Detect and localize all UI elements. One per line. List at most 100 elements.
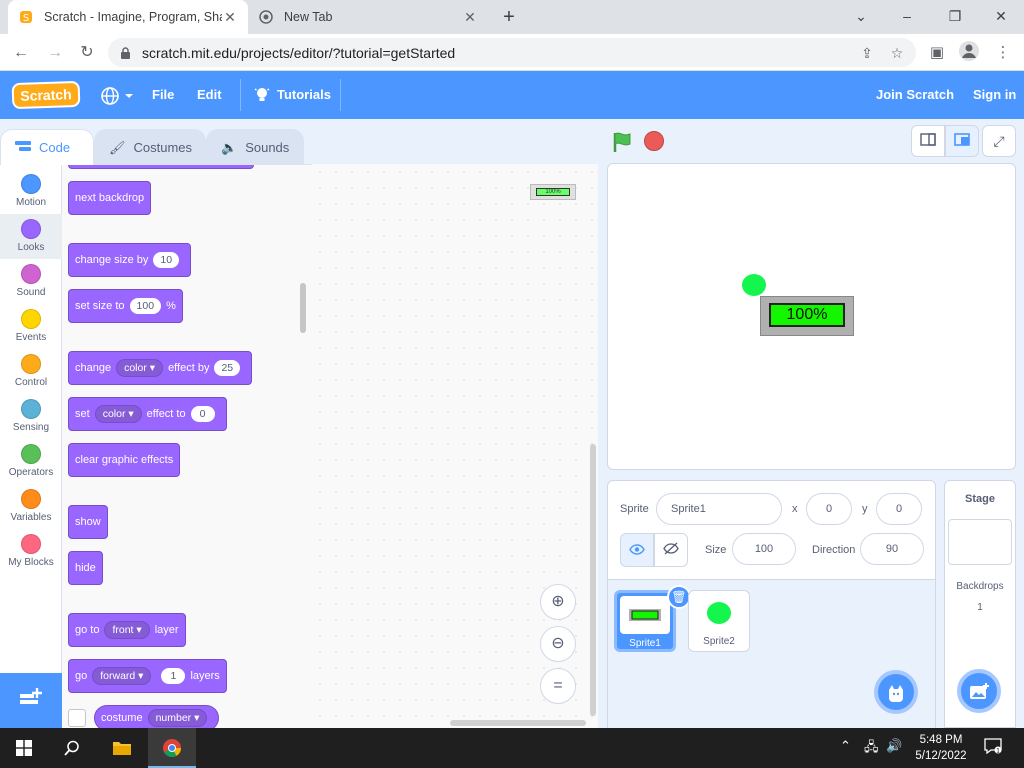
effect-change-input[interactable]: 25 (214, 360, 241, 376)
category-my-blocks[interactable]: My Blocks (0, 529, 62, 574)
join-scratch-link[interactable]: Join Scratch (876, 71, 954, 119)
language-globe-icon[interactable] (100, 71, 134, 119)
reload-icon[interactable]: ↻ (74, 40, 100, 66)
sprite-thumb-sprite2[interactable]: Sprite2 (688, 590, 750, 652)
layer-dropdown[interactable]: front (104, 621, 150, 639)
choose-backdrop-icon[interactable] (957, 669, 1001, 713)
block-next-backdrop[interactable]: next backdrop (68, 181, 152, 215)
block-go-to-layer[interactable]: go to front layer (68, 613, 186, 647)
close-window-icon[interactable]: ✕ (978, 0, 1024, 34)
more-menu-icon[interactable]: ⋮ (990, 40, 1016, 66)
sprite2-green-dot[interactable] (742, 274, 766, 296)
block-partial[interactable] (68, 165, 254, 169)
stage-selector-panel[interactable]: Stage Backdrops 1 (944, 480, 1016, 728)
tab-costumes[interactable]: 🖌 Costumes (94, 129, 206, 165)
block-hide[interactable]: hide (68, 551, 103, 585)
minimize-icon[interactable]: – (884, 0, 930, 34)
block-text: change (75, 362, 112, 374)
close-tab-icon[interactable]: ✕ (462, 9, 478, 26)
block-set-size[interactable]: set size to 100 % (68, 289, 183, 323)
add-extension-icon[interactable] (0, 673, 62, 729)
block-costume-reporter[interactable]: costume number (94, 705, 220, 729)
file-explorer-icon[interactable] (98, 728, 146, 768)
chevron-down-icon[interactable]: ⌄ (838, 0, 884, 34)
search-icon[interactable] (48, 728, 96, 768)
small-stage-icon[interactable] (911, 125, 945, 157)
scratch-logo[interactable]: Scratch (11, 80, 81, 110)
category-control[interactable]: Control (0, 349, 62, 394)
category-variables[interactable]: Variables (0, 484, 62, 529)
tab-code[interactable]: Code (0, 129, 94, 165)
effect-dropdown[interactable]: color (116, 359, 164, 377)
restore-icon[interactable]: ❐ (932, 0, 978, 34)
category-label: My Blocks (8, 557, 54, 568)
new-tab-button[interactable]: + (498, 6, 520, 28)
effect-dropdown[interactable]: color (94, 405, 142, 423)
sprite-thumb-sprite1[interactable]: Sprite1 🗑 (614, 585, 691, 652)
zoom-reset-icon[interactable]: = (540, 668, 576, 704)
block-go-layers[interactable]: go forward 1 layers (68, 659, 227, 693)
category-sound[interactable]: Sound (0, 259, 62, 304)
close-tab-icon[interactable]: ✕ (222, 9, 238, 26)
show-sprite-eye-icon[interactable] (620, 533, 654, 567)
y-input[interactable]: 0 (876, 493, 922, 525)
large-stage-icon[interactable] (945, 125, 979, 157)
sprite-name-input[interactable]: Sprite1 (656, 493, 782, 525)
block-change-size[interactable]: change size by 10 (68, 243, 192, 277)
green-flag-icon[interactable] (612, 131, 634, 153)
direction-dropdown[interactable]: forward (92, 667, 152, 685)
layers-input[interactable]: 1 (161, 668, 186, 684)
network-icon[interactable]: 🖧 (864, 738, 879, 760)
hide-sprite-eye-icon[interactable] (654, 533, 688, 567)
address-bar[interactable]: scratch.mit.edu/projects/editor/?tutoria… (108, 38, 916, 67)
x-input[interactable]: 0 (806, 493, 852, 525)
category-looks[interactable]: Looks (0, 214, 62, 259)
category-operators[interactable]: Operators (0, 439, 62, 484)
sprite1-progress-monitor[interactable]: 100% (760, 296, 854, 336)
category-sensing[interactable]: Sensing (0, 394, 62, 439)
block-show[interactable]: show (68, 505, 108, 539)
tutorials-menu[interactable]: Tutorials (254, 71, 331, 119)
category-motion[interactable]: Motion (0, 169, 62, 214)
side-panel-icon[interactable]: ▣ (924, 40, 950, 66)
effect-set-input[interactable]: 0 (190, 406, 215, 422)
size-set-input[interactable]: 100 (129, 298, 162, 314)
profile-avatar-icon[interactable] (956, 40, 982, 66)
costume-dropdown[interactable]: number (147, 709, 208, 727)
fullscreen-icon[interactable]: ⤢ (982, 125, 1016, 157)
chrome-taskbar-icon[interactable] (148, 728, 196, 768)
file-menu[interactable]: File (152, 71, 174, 119)
block-set-effect[interactable]: set color effect to 0 (68, 397, 227, 431)
browser-tab-scratch[interactable]: S Scratch - Imagine, Program, Shar ✕ (8, 0, 248, 34)
volume-icon[interactable]: 🔊 (886, 738, 902, 754)
sign-in-link[interactable]: Sign in (973, 71, 1016, 119)
size-input[interactable]: 100 (732, 533, 796, 565)
share-icon[interactable]: ⇪ (856, 42, 878, 64)
zoom-in-icon[interactable]: ⊕ (540, 584, 576, 620)
backdrop-thumbnail[interactable] (948, 519, 1012, 565)
system-clock[interactable]: 5:48 PM 5/12/2022 (912, 732, 970, 764)
chevron-up-icon[interactable]: ⌃ (840, 738, 851, 754)
notifications-icon[interactable]: 1 (984, 738, 1002, 757)
category-events[interactable]: Events (0, 304, 62, 349)
direction-input[interactable]: 90 (860, 533, 924, 565)
script-vertical-scrollbar[interactable] (590, 444, 596, 716)
windows-start-icon[interactable] (0, 728, 48, 768)
block-clear-effects[interactable]: clear graphic effects (68, 443, 181, 477)
monitor-checkbox[interactable] (68, 709, 86, 727)
tab-sounds[interactable]: 🔈 Sounds (206, 129, 304, 165)
forward-arrow-icon[interactable]: → (42, 40, 68, 66)
palette-scrollbar[interactable] (300, 283, 306, 333)
size-change-input[interactable]: 10 (153, 252, 180, 268)
script-area[interactable]: 100% ⊕ ⊖ = (312, 164, 598, 728)
browser-tab-new[interactable]: New Tab ✕ (248, 0, 488, 34)
back-arrow-icon[interactable]: ← (8, 40, 34, 66)
choose-sprite-icon[interactable] (874, 670, 918, 714)
script-horizontal-scrollbar[interactable] (450, 720, 586, 726)
stop-button[interactable] (644, 131, 664, 151)
bookmark-star-icon[interactable]: ☆ (886, 42, 908, 64)
zoom-out-icon[interactable]: ⊖ (540, 626, 576, 662)
edit-menu[interactable]: Edit (197, 71, 222, 119)
block-change-effect[interactable]: change color effect by 25 (68, 351, 253, 385)
stage-canvas[interactable]: 100% (607, 163, 1016, 470)
